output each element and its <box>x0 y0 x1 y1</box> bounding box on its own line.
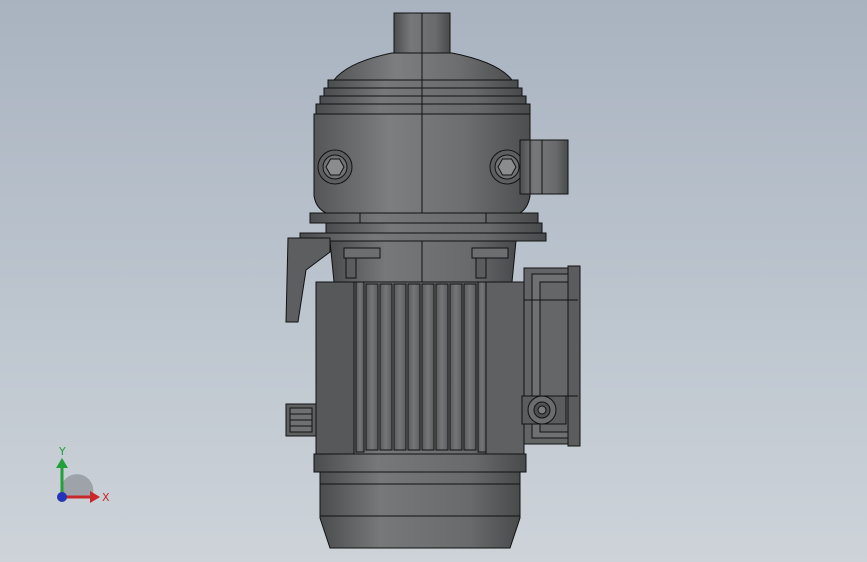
z-axis-dot <box>57 492 67 502</box>
hex-bolt-left <box>317 149 353 185</box>
fan-cover <box>319 471 521 549</box>
hex-bolt-right <box>489 149 525 185</box>
side-inlet-port <box>519 139 569 195</box>
pump-dome-cap <box>315 52 531 115</box>
adapter-neck <box>329 240 517 283</box>
x-axis-arrowhead <box>90 491 100 503</box>
graphics-viewport[interactable]: Y X <box>0 0 867 562</box>
drain-plug <box>285 403 317 437</box>
outlet-pipe <box>393 12 451 54</box>
x-axis-label: X <box>102 491 110 504</box>
cable-gland <box>521 395 567 425</box>
motor-end-band <box>313 453 527 473</box>
axis-triad: Y X <box>56 445 110 504</box>
mounting-flange <box>299 212 547 242</box>
y-axis-arrowhead <box>56 458 68 468</box>
model-view: Y X <box>56 12 581 549</box>
y-axis-label: Y <box>58 445 66 458</box>
